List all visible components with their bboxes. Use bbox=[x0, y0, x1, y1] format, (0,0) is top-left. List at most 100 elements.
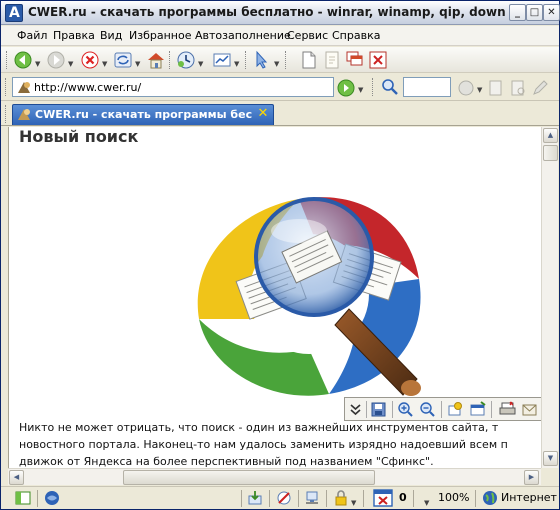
toolbar-grip-2[interactable] bbox=[169, 51, 172, 69]
image-toolbar bbox=[344, 397, 544, 421]
main-toolbar: ▼ ▼ ▼ ▼ ▼ ▼ ▼ bbox=[1, 47, 559, 73]
zoom-out-icon[interactable] bbox=[419, 401, 436, 418]
scroll-up-button[interactable]: ▲ bbox=[543, 128, 558, 143]
go-dropdown-icon[interactable]: ▼ bbox=[358, 86, 363, 94]
toolbar-grip-4[interactable] bbox=[285, 51, 288, 69]
status-separator bbox=[363, 490, 364, 507]
home-icon[interactable] bbox=[146, 50, 166, 70]
security-dropdown-icon[interactable]: ▼ bbox=[351, 499, 356, 507]
menu-favorites[interactable]: Избранное bbox=[129, 29, 191, 42]
search-grip[interactable] bbox=[372, 78, 375, 96]
zoom-in-icon[interactable] bbox=[397, 401, 414, 418]
paragraph-line: Никто не может отрицать, что поиск - оди… bbox=[19, 421, 499, 434]
horizontal-scroll-thumb[interactable] bbox=[123, 470, 375, 485]
refresh-dropdown-icon[interactable]: ▼ bbox=[135, 60, 140, 68]
close-window-icon[interactable] bbox=[368, 50, 388, 70]
tab-active[interactable]: CWER.ru - скачать программы бесплат... ✕ bbox=[12, 104, 274, 125]
network-icon[interactable] bbox=[304, 490, 320, 506]
security-lock-icon[interactable] bbox=[333, 490, 349, 506]
sidebar-toggle-icon[interactable] bbox=[15, 490, 31, 506]
zoom-level[interactable]: 100% bbox=[438, 491, 469, 504]
menu-view[interactable]: Вид bbox=[100, 29, 122, 42]
edit-icon[interactable] bbox=[531, 79, 549, 97]
vertical-scroll-thumb[interactable] bbox=[543, 145, 558, 161]
forward-dropdown-icon[interactable]: ▼ bbox=[68, 60, 73, 68]
toolbar-separator bbox=[392, 401, 393, 418]
search-engine-dropdown-icon[interactable]: ▼ bbox=[477, 86, 482, 94]
zoom-dropdown-icon[interactable]: ▼ bbox=[424, 499, 429, 507]
title-bar[interactable]: CWER.ru - скачать программы бесплатно - … bbox=[1, 1, 560, 25]
menu-autofill[interactable]: Автозаполнение bbox=[195, 29, 291, 42]
blocked-popups-icon[interactable] bbox=[373, 489, 393, 507]
print-dropdown-icon[interactable]: ▼ bbox=[234, 60, 239, 68]
menu-tools[interactable]: Сервис bbox=[287, 29, 328, 42]
tab-label: CWER.ru - скачать программы бесплат... bbox=[35, 108, 253, 121]
toolbar-grip-3[interactable] bbox=[245, 51, 248, 69]
highlight-icon[interactable] bbox=[487, 79, 505, 97]
history-dropdown-icon[interactable]: ▼ bbox=[198, 60, 203, 68]
cascade-icon[interactable] bbox=[345, 50, 365, 70]
print-image-icon[interactable] bbox=[499, 401, 516, 418]
toolbar-grip[interactable] bbox=[6, 51, 9, 69]
menu-bar: Файл Правка Вид Избранное Автозаполнение… bbox=[1, 26, 559, 46]
tab-bar: CWER.ru - скачать программы бесплат... ✕ bbox=[1, 102, 559, 126]
pointer-icon[interactable] bbox=[252, 50, 272, 70]
vertical-scrollbar[interactable]: ▲ ▼ bbox=[541, 127, 558, 468]
popup-blocker-icon[interactable] bbox=[276, 490, 292, 506]
stop-icon[interactable] bbox=[80, 50, 100, 70]
email-image-icon[interactable] bbox=[521, 401, 538, 418]
pointer-dropdown-icon[interactable]: ▼ bbox=[274, 60, 279, 68]
blocked-count: 0 bbox=[399, 491, 407, 504]
back-icon[interactable] bbox=[13, 50, 33, 70]
url-text[interactable]: http://www.cwer.ru/ bbox=[34, 81, 141, 94]
browser-window: CWER.ru - скачать программы бесплатно - … bbox=[0, 0, 560, 510]
print-preview-icon[interactable] bbox=[212, 50, 232, 70]
stop-dropdown-icon[interactable]: ▼ bbox=[102, 60, 107, 68]
refresh-icon[interactable] bbox=[113, 50, 133, 70]
blank-page-icon[interactable] bbox=[322, 50, 342, 70]
menu-file[interactable]: Файл bbox=[17, 29, 47, 42]
internet-zone-icon bbox=[483, 491, 497, 505]
toolbar-separator bbox=[441, 401, 442, 418]
copy-image-icon[interactable] bbox=[447, 401, 464, 418]
url-field[interactable]: http://www.cwer.ru/ bbox=[12, 77, 334, 97]
search-logo-image bbox=[197, 197, 421, 396]
status-separator bbox=[413, 490, 414, 507]
close-button[interactable]: ✕ bbox=[543, 4, 560, 21]
scroll-left-button[interactable]: ◀ bbox=[9, 470, 24, 485]
forward-icon[interactable] bbox=[46, 50, 66, 70]
search-engine-icon[interactable] bbox=[457, 79, 475, 97]
open-image-icon[interactable] bbox=[469, 401, 486, 418]
tab-grip[interactable] bbox=[5, 105, 8, 123]
menu-help[interactable]: Справка bbox=[332, 29, 380, 42]
menu-edit[interactable]: Правка bbox=[53, 29, 95, 42]
status-separator bbox=[298, 490, 299, 507]
download-icon[interactable] bbox=[247, 490, 263, 506]
scroll-down-button[interactable]: ▼ bbox=[543, 451, 558, 466]
toolbar-separator bbox=[491, 401, 492, 418]
back-dropdown-icon[interactable]: ▼ bbox=[35, 60, 40, 68]
status-separator bbox=[475, 490, 476, 507]
paragraph-line: новостного портала. Наконец-то нам удало… bbox=[19, 438, 508, 451]
address-bar: http://www.cwer.ru/ ▼ ▼ bbox=[1, 74, 559, 101]
new-page-icon[interactable] bbox=[299, 50, 319, 70]
browser-globe-icon[interactable] bbox=[44, 490, 60, 506]
search-input[interactable] bbox=[403, 77, 451, 97]
address-grip[interactable] bbox=[5, 78, 8, 96]
status-separator bbox=[269, 490, 270, 507]
horizontal-scrollbar[interactable]: ◀ ▶ bbox=[8, 468, 541, 485]
go-icon[interactable] bbox=[337, 79, 355, 97]
search-icon[interactable] bbox=[381, 78, 399, 96]
status-separator bbox=[326, 490, 327, 507]
maximize-button[interactable]: □ bbox=[526, 4, 543, 21]
save-icon[interactable] bbox=[370, 401, 387, 418]
site-favicon-icon bbox=[18, 82, 30, 93]
security-zone-label: Интернет bbox=[501, 491, 557, 504]
collapse-icon[interactable] bbox=[347, 401, 364, 418]
find-icon[interactable] bbox=[509, 79, 527, 97]
tab-close-icon[interactable]: ✕ bbox=[256, 107, 270, 121]
history-icon[interactable] bbox=[176, 50, 196, 70]
status-bar: ▼ 0 ▼ 100% Интернет bbox=[1, 486, 559, 509]
minimize-button[interactable]: _ bbox=[509, 4, 526, 21]
scroll-right-button[interactable]: ▶ bbox=[524, 470, 539, 485]
